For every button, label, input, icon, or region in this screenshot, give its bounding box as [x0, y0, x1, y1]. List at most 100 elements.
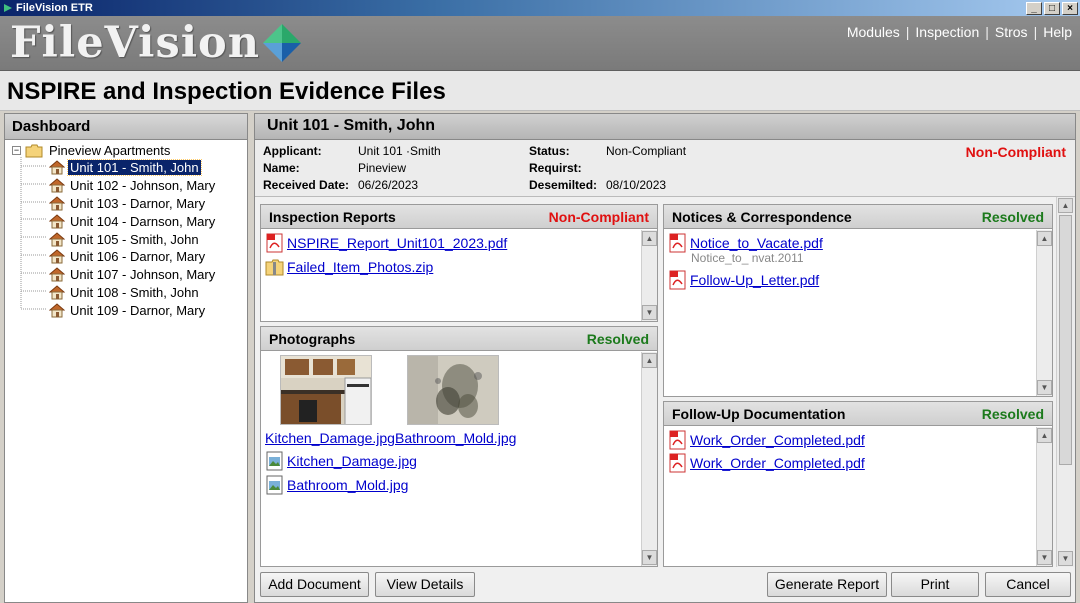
followup-panel: Follow-Up Documentation Resolved Work_Or…: [663, 401, 1053, 567]
sidebar-item-label: Unit 109 - Darnor, Mary: [70, 302, 206, 318]
sidebar-item-unit[interactable]: Unit 107 - Johnson, Mary: [5, 266, 247, 284]
nav-help[interactable]: Help: [1043, 24, 1072, 40]
add-document-button[interactable]: Add Document: [260, 572, 369, 597]
pdf-icon: [669, 233, 686, 253]
view-details-button[interactable]: View Details: [375, 572, 475, 597]
file-link-kitchen-damage[interactable]: Kitchen_Damage.jpg: [287, 453, 417, 469]
scroll-down-icon[interactable]: ▼: [642, 550, 657, 565]
tree-root-pineview[interactable]: − Pineview Apartments: [5, 142, 247, 159]
kitchen-photo: [281, 356, 371, 424]
bathroom-thumbnail[interactable]: [407, 355, 499, 425]
thumb-caption-bathroom[interactable]: Bathroom_Mold.jpg: [395, 430, 516, 446]
sidebar-item-label: Unit 106 - Darnor, Mary: [70, 249, 206, 265]
window-titlebar: FileVision ETR _ □ ×: [0, 0, 1080, 16]
applicant-value: Unit 101 ·Smith: [358, 144, 441, 158]
sidebar-item-unit[interactable]: Unit 104 - Darnson, Mary: [5, 212, 247, 230]
generate-report-button[interactable]: Generate Report: [767, 572, 887, 597]
file-row: NSPIRE_Report_Unit101_2023.pdf: [265, 233, 507, 253]
scroll-down-icon[interactable]: ▼: [642, 305, 657, 320]
minimize-button[interactable]: _: [1026, 1, 1042, 15]
nav-modules[interactable]: Modules: [847, 24, 900, 40]
name-value: Pineview: [358, 161, 407, 175]
sidebar-item-unit[interactable]: Unit 106 - Darnor, Mary: [5, 248, 247, 266]
sidebar-item-label: Unit 101 - Smith, John: [67, 159, 202, 177]
notices-panel: Notices & Correspondence Resolved Notice…: [663, 204, 1053, 397]
house-icon: [49, 178, 65, 193]
unit-tree: − Pineview Apartments Unit 101 - Smith, …: [5, 140, 247, 319]
scroll-down-icon[interactable]: ▼: [1037, 550, 1052, 565]
photographs-status: Resolved: [586, 330, 649, 347]
folder-icon: [25, 144, 43, 157]
sidebar-item-unit[interactable]: Unit 108 - Smith, John: [5, 284, 247, 302]
scroll-down-icon[interactable]: ▼: [1058, 551, 1073, 566]
unit-info: Applicant: Unit 101 ·Smith Name: Pinevie…: [255, 140, 1075, 197]
inspection-status: Non-Compliant: [548, 208, 649, 225]
page-title-bar: NSPIRE and Inspection Evidence Files: [0, 71, 1080, 111]
print-button[interactable]: Print: [891, 572, 979, 597]
file-subnote: Notice_to_ nvat.2011: [691, 251, 804, 265]
received-value: 06/26/2023: [358, 178, 419, 192]
sidebar-item-label: Unit 103 - Darnor, Mary: [70, 195, 206, 211]
nav-stros[interactable]: Stros: [995, 24, 1028, 40]
desemilted-value: 08/10/2023: [606, 178, 667, 192]
file-link-work-order-1[interactable]: Work_Order_Completed.pdf: [690, 432, 865, 448]
inspection-reports-title: Inspection Reports: [269, 208, 396, 225]
scroll-up-icon[interactable]: ▲: [1037, 428, 1052, 443]
name-label: Name:: [263, 161, 300, 175]
thumb-caption-kitchen[interactable]: Kitchen_Damage.jpg: [265, 430, 395, 446]
nav-inspection[interactable]: Inspection: [915, 24, 979, 40]
close-button[interactable]: ×: [1062, 1, 1078, 15]
file-row: Work_Order_Completed.pdf: [668, 430, 865, 450]
followup-title: Follow-Up Documentation: [672, 405, 846, 422]
desemilted-label: Desemilted:: [529, 178, 598, 192]
house-icon: [49, 231, 65, 247]
maximize-button[interactable]: □: [1044, 1, 1060, 15]
file-link-bathroom-mold[interactable]: Bathroom_Mold.jpg: [287, 477, 408, 493]
received-label: Received Date:: [263, 178, 350, 192]
page-title: NSPIRE and Inspection Evidence Files: [7, 78, 446, 105]
inspection-reports-panel: Inspection Reports Non-Compliant NSPIRE_…: [260, 204, 658, 322]
sidebar: Dashboard − Pineview Apartments Unit 101…: [4, 113, 248, 603]
pdf-icon: [266, 233, 283, 253]
sidebar-title: Dashboard: [5, 114, 247, 140]
sidebar-item-unit[interactable]: Unit 102 - Johnson, Mary: [5, 177, 247, 195]
scroll-down-icon[interactable]: ▼: [1037, 380, 1052, 395]
house-icon: [49, 303, 65, 318]
sidebar-item-unit[interactable]: Unit 105 - Smith, John: [5, 230, 247, 248]
app-icon: [4, 4, 12, 12]
pdf-icon: [669, 430, 686, 450]
zip-folder-icon: [265, 259, 284, 276]
house-icon: [49, 267, 65, 282]
scroll-up-icon[interactable]: ▲: [1037, 231, 1052, 246]
requirst-label: Requirst:: [529, 161, 582, 175]
file-link-notice-to-vacate[interactable]: Notice_to_Vacate.pdf: [690, 235, 823, 251]
inspection-scrollbar[interactable]: ▲ ▼: [641, 230, 657, 321]
house-icon: [49, 285, 65, 300]
sidebar-item-label: Unit 104 - Darnson, Mary: [70, 213, 216, 229]
house-icon: [49, 249, 65, 264]
scroll-up-icon[interactable]: ▲: [1058, 198, 1073, 213]
sidebar-item-label: Unit 107 - Johnson, Mary: [70, 267, 216, 283]
bathroom-photo: [408, 356, 498, 424]
cancel-button[interactable]: Cancel: [985, 572, 1071, 597]
photographs-scrollbar[interactable]: ▲ ▼: [641, 352, 657, 566]
scroll-up-icon[interactable]: ▲: [642, 353, 657, 368]
sidebar-item-unit[interactable]: Unit 109 - Darnor, Mary: [5, 301, 247, 319]
followup-scrollbar[interactable]: ▲ ▼: [1036, 427, 1052, 566]
scroll-up-icon[interactable]: ▲: [642, 231, 657, 246]
file-row: Bathroom_Mold.jpg: [265, 475, 408, 495]
file-link-work-order-2[interactable]: Work_Order_Completed.pdf: [690, 455, 865, 471]
kitchen-thumbnail[interactable]: [280, 355, 372, 425]
pdf-icon: [669, 453, 686, 473]
scroll-thumb[interactable]: [1059, 215, 1072, 465]
app-header: FileVision Modules | Inspection | Stros …: [0, 16, 1080, 71]
notices-scrollbar[interactable]: ▲ ▼: [1036, 230, 1052, 396]
file-link-nspire-report[interactable]: NSPIRE_Report_Unit101_2023.pdf: [287, 235, 507, 251]
main-scrollbar[interactable]: ▲ ▼: [1056, 197, 1075, 567]
house-icon: [49, 160, 65, 175]
collapse-icon[interactable]: −: [12, 146, 21, 155]
file-link-follow-up-letter[interactable]: Follow-Up_Letter.pdf: [690, 272, 819, 288]
file-link-failed-photos[interactable]: Failed_Item_Photos.zip: [287, 259, 433, 275]
sidebar-item-unit[interactable]: Unit 101 - Smith, John: [5, 159, 247, 177]
sidebar-item-unit[interactable]: Unit 103 - Darnor, Mary: [5, 195, 247, 213]
